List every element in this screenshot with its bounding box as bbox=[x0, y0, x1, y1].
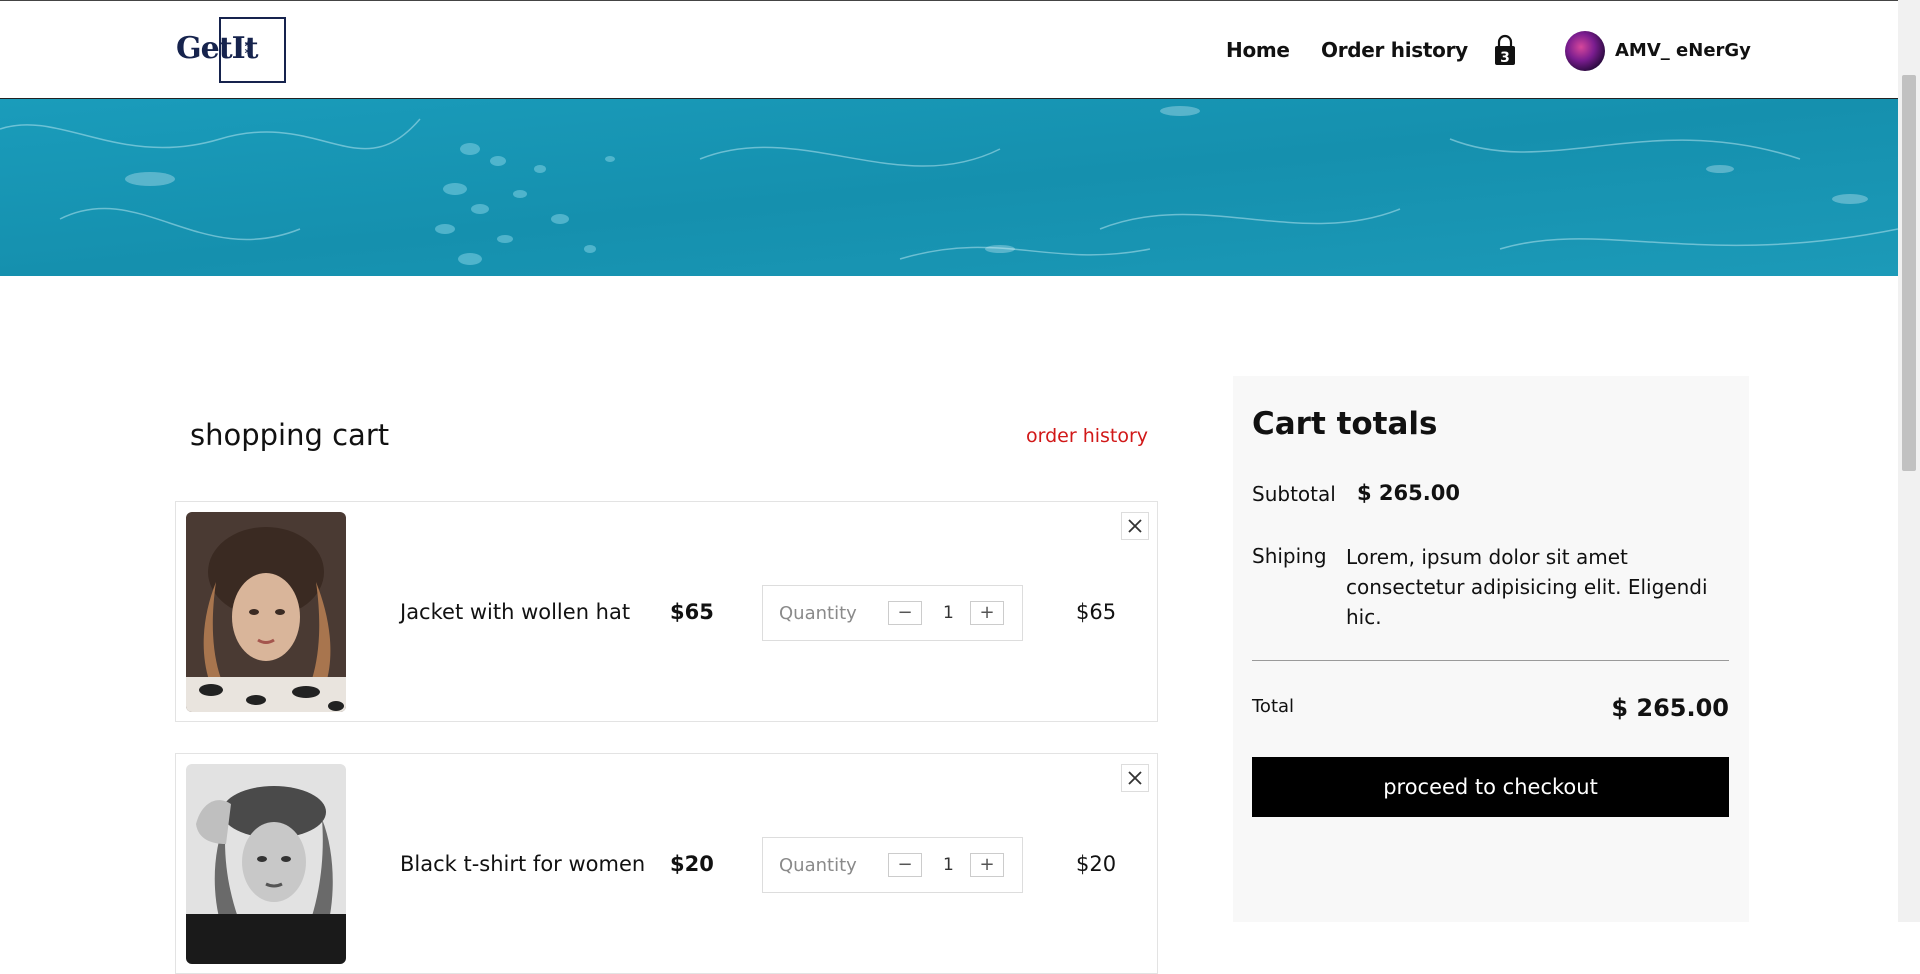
water-texture bbox=[0, 99, 1898, 276]
shopping-bag-icon: 3 bbox=[1495, 34, 1515, 66]
nav-home-link[interactable]: Home bbox=[1226, 38, 1290, 62]
decrease-quantity-button[interactable]: − bbox=[888, 601, 922, 625]
totals-divider bbox=[1252, 660, 1729, 661]
cart-item: Black t-shirt for women $20 Quantity − 1… bbox=[175, 753, 1158, 974]
cart-totals-title: Cart totals bbox=[1252, 406, 1438, 442]
cart-item: Jacket with wollen hat $65 Quantity − 1 … bbox=[175, 501, 1158, 722]
quantity-label: Quantity bbox=[779, 603, 857, 624]
product-image bbox=[186, 764, 346, 964]
proceed-to-checkout-button[interactable]: proceed to checkout bbox=[1252, 757, 1729, 817]
user-name[interactable]: AMV_ eNerGy bbox=[1615, 40, 1751, 61]
remove-item-button[interactable] bbox=[1121, 764, 1149, 792]
item-total: $20 bbox=[1076, 852, 1117, 876]
product-image bbox=[186, 512, 346, 712]
logo-mark-icon: ⁑ bbox=[244, 39, 253, 58]
order-history-link[interactable]: order history bbox=[1026, 425, 1148, 447]
item-name: Jacket with wollen hat bbox=[400, 600, 631, 624]
site-header: GetIt ⁑ Home Order history 3 AMV_ eNerGy bbox=[0, 0, 1898, 99]
page-scrollbar-thumb[interactable] bbox=[1902, 75, 1916, 471]
cart-totals-panel: Cart totals Subtotal $ 265.00 Shiping Lo… bbox=[1233, 376, 1749, 922]
cart-title: shopping cart bbox=[190, 418, 390, 452]
subtotal-value: $ 265.00 bbox=[1357, 481, 1460, 505]
total-label: Total bbox=[1252, 696, 1295, 717]
decrease-quantity-button[interactable]: − bbox=[888, 853, 922, 877]
increase-quantity-button[interactable]: + bbox=[970, 601, 1004, 625]
item-price: $65 bbox=[670, 600, 714, 624]
item-total: $65 bbox=[1076, 600, 1117, 624]
subtotal-label: Subtotal bbox=[1252, 482, 1336, 506]
shipping-label: Shiping bbox=[1252, 544, 1327, 568]
remove-item-button[interactable] bbox=[1121, 512, 1149, 540]
close-icon bbox=[1128, 519, 1142, 533]
quantity-stepper: Quantity − 1 + bbox=[762, 837, 1023, 893]
increase-quantity-button[interactable]: + bbox=[970, 853, 1004, 877]
shipping-text: Lorem, ipsum dolor sit amet consectetur … bbox=[1346, 545, 1708, 629]
total-value: $ 265.00 bbox=[1611, 694, 1729, 722]
nav-order-history-link[interactable]: Order history bbox=[1321, 38, 1468, 62]
quantity-value: 1 bbox=[943, 855, 954, 875]
item-price: $20 bbox=[670, 852, 714, 876]
item-name: Black t-shirt for women bbox=[400, 852, 646, 876]
quantity-label: Quantity bbox=[779, 855, 857, 876]
quantity-value: 1 bbox=[943, 603, 954, 623]
quantity-stepper: Quantity − 1 + bbox=[762, 585, 1023, 641]
cart-count-badge: 3 bbox=[1500, 50, 1510, 66]
hero-banner bbox=[0, 99, 1898, 276]
close-icon bbox=[1128, 771, 1142, 785]
cart-icon[interactable]: 3 bbox=[1493, 34, 1517, 66]
user-avatar[interactable] bbox=[1565, 31, 1605, 71]
